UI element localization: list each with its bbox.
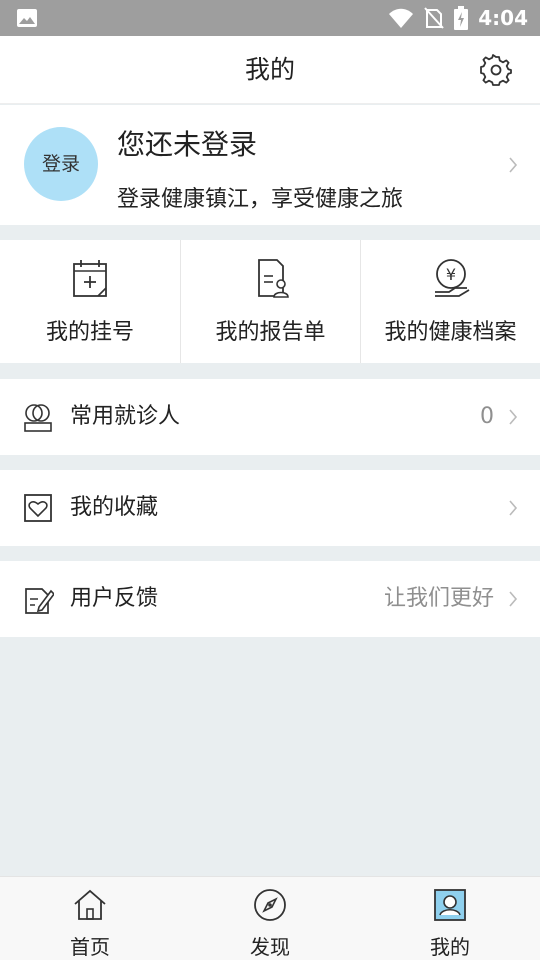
login-profile-card[interactable]: 登录 您还未登录 登录健康镇江，享受健康之旅: [0, 105, 540, 225]
quick-actions-grid: 我的挂号 我的报告单 ¥ 我的健康档案: [0, 240, 540, 363]
profile-name: 您还未登录: [117, 128, 258, 161]
patients-icon: [24, 404, 52, 432]
wifi-icon: [389, 8, 414, 28]
no-sim-icon: [424, 7, 444, 29]
user-feedback-label: 用户反馈: [70, 586, 159, 611]
svg-text:¥: ¥: [445, 265, 455, 284]
report-document-icon: [257, 259, 289, 298]
page-title: 我的: [244, 55, 295, 84]
user-feedback-hint: 让我们更好: [383, 586, 494, 611]
header-bar: 我的: [0, 36, 540, 104]
settings-gear-icon[interactable]: [480, 54, 512, 86]
tab-discover-label: 发现: [250, 935, 290, 959]
tab-discover[interactable]: 发现: [180, 877, 360, 960]
my-health-records-button[interactable]: ¥ 我的健康档案: [360, 240, 540, 363]
feedback-edit-icon: [25, 588, 54, 614]
my-reports-label: 我的报告单: [215, 320, 326, 345]
gallery-notification-icon: [17, 9, 37, 27]
compass-icon: [254, 889, 286, 921]
chevron-right-icon: [509, 500, 518, 516]
profile-card-icon: [434, 889, 466, 921]
tab-mine[interactable]: 我的: [360, 877, 540, 960]
my-favorites-label: 我的收藏: [70, 495, 159, 520]
frequent-patients-label: 常用就诊人: [70, 404, 181, 429]
my-health-records-label: 我的健康档案: [384, 320, 517, 345]
my-reports-button[interactable]: 我的报告单: [180, 240, 360, 363]
frequent-patients-row[interactable]: 常用就诊人 0: [0, 379, 540, 455]
calendar-plus-icon: [73, 260, 107, 297]
user-feedback-row[interactable]: 用户反馈 让我们更好: [0, 561, 540, 637]
login-avatar[interactable]: 登录: [24, 127, 98, 201]
health-archive-coin-icon: ¥: [434, 259, 469, 297]
profile-description: 登录健康镇江，享受健康之旅: [117, 187, 404, 212]
my-favorites-row[interactable]: 我的收藏: [0, 470, 540, 546]
bottom-tab-bar: 首页 发现 我的: [0, 876, 540, 960]
status-time: 4:04: [478, 6, 528, 30]
my-registration-button[interactable]: 我的挂号: [0, 240, 180, 363]
chevron-right-icon: [509, 591, 518, 607]
my-registration-label: 我的挂号: [45, 320, 134, 345]
home-icon: [74, 889, 106, 920]
status-bar: 4:04: [0, 0, 540, 36]
frequent-patients-count: 0: [480, 404, 494, 429]
tab-mine-label: 我的: [430, 935, 470, 959]
chevron-right-icon: [509, 409, 518, 425]
chevron-right-icon: [509, 157, 518, 173]
favorite-heart-icon: [24, 494, 52, 522]
tab-home-label: 首页: [70, 935, 110, 959]
battery-charging-icon: [454, 6, 469, 30]
tab-home[interactable]: 首页: [0, 877, 180, 960]
